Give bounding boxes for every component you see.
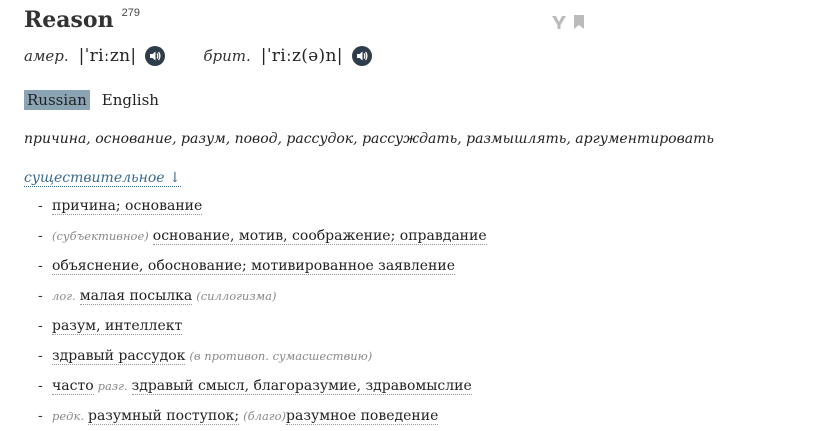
list-item: - (субъективное) основание, мотив, сообр… [38,227,487,245]
usage-note: (благо) [243,409,287,423]
headword: Reason [24,7,114,33]
tab-english[interactable]: English [99,90,162,110]
translation-summary: причина, основание, разум, повод, рассуд… [24,131,715,147]
list-item: - часто разг. здравый смысл, благоразуми… [38,377,472,395]
usage-note: (в противоп. сумасшествию) [189,349,373,363]
frequency-rank: 279 [121,7,140,19]
translation-text[interactable]: причина; основание [52,198,203,215]
us-audio-speaker-icon[interactable] [145,46,166,66]
us-transcription: |ˈriːzn| [78,46,137,66]
entry-header: Reason 279 [24,5,140,35]
translation-text[interactable]: здравый рассудок [52,348,186,365]
translation-text[interactable]: разум, интеллект [52,318,183,335]
list-item: - причина; основание [38,197,203,215]
translation-text[interactable]: малая посылка [79,288,193,305]
y-icon[interactable] [551,14,567,30]
translation-suffix[interactable]: разумное поведение [286,408,439,425]
entry-actions [551,14,585,30]
translation-text[interactable]: объяснение, обоснование; мотивированное … [52,258,456,275]
us-label: амер. [24,47,69,65]
uk-label: брит. [203,47,251,65]
translation-prefix[interactable]: часто [52,378,94,395]
usage-note: (субъективное) [52,229,149,243]
list-item: - лог. малая посылка (силлогизма) [38,287,277,305]
usage-note: (силлогизма) [196,289,277,303]
tab-russian[interactable]: Russian [24,90,90,110]
translation-text[interactable]: основание, мотив, соображение; оправдани… [152,228,487,245]
translation-text[interactable]: разумный поступок; [87,408,240,425]
dictionary-entry: Reason 279 амер. |ˈriːzn| брит. |ˈriːz(ə… [0,0,817,425]
list-item: - здравый рассудок (в противоп. сумасшес… [38,347,373,365]
usage-note: редк. [52,409,84,423]
part-of-speech-link[interactable]: существительное ↓ [24,170,181,187]
usage-note: лог. [52,289,76,303]
pronunciation-row: амер. |ˈriːzn| брит. |ˈriːz(ə)n| [24,46,372,66]
language-tabs: Russian English [24,90,162,110]
sense-list: - причина; основание - (субъективное) ос… [38,191,487,431]
uk-transcription: |ˈriːz(ə)n| [260,46,343,66]
list-item: - объяснение, обоснование; мотивированно… [38,257,456,275]
list-item: - разум, интеллект [38,317,183,335]
translation-text[interactable]: здравый смысл, благоразумие, здравомысли… [131,378,472,395]
list-item: - редк. разумный поступок; (благо) разумн… [38,407,439,425]
usage-note: разг. [97,379,128,393]
bookmark-icon[interactable] [573,14,585,30]
uk-audio-speaker-icon[interactable] [351,46,372,66]
